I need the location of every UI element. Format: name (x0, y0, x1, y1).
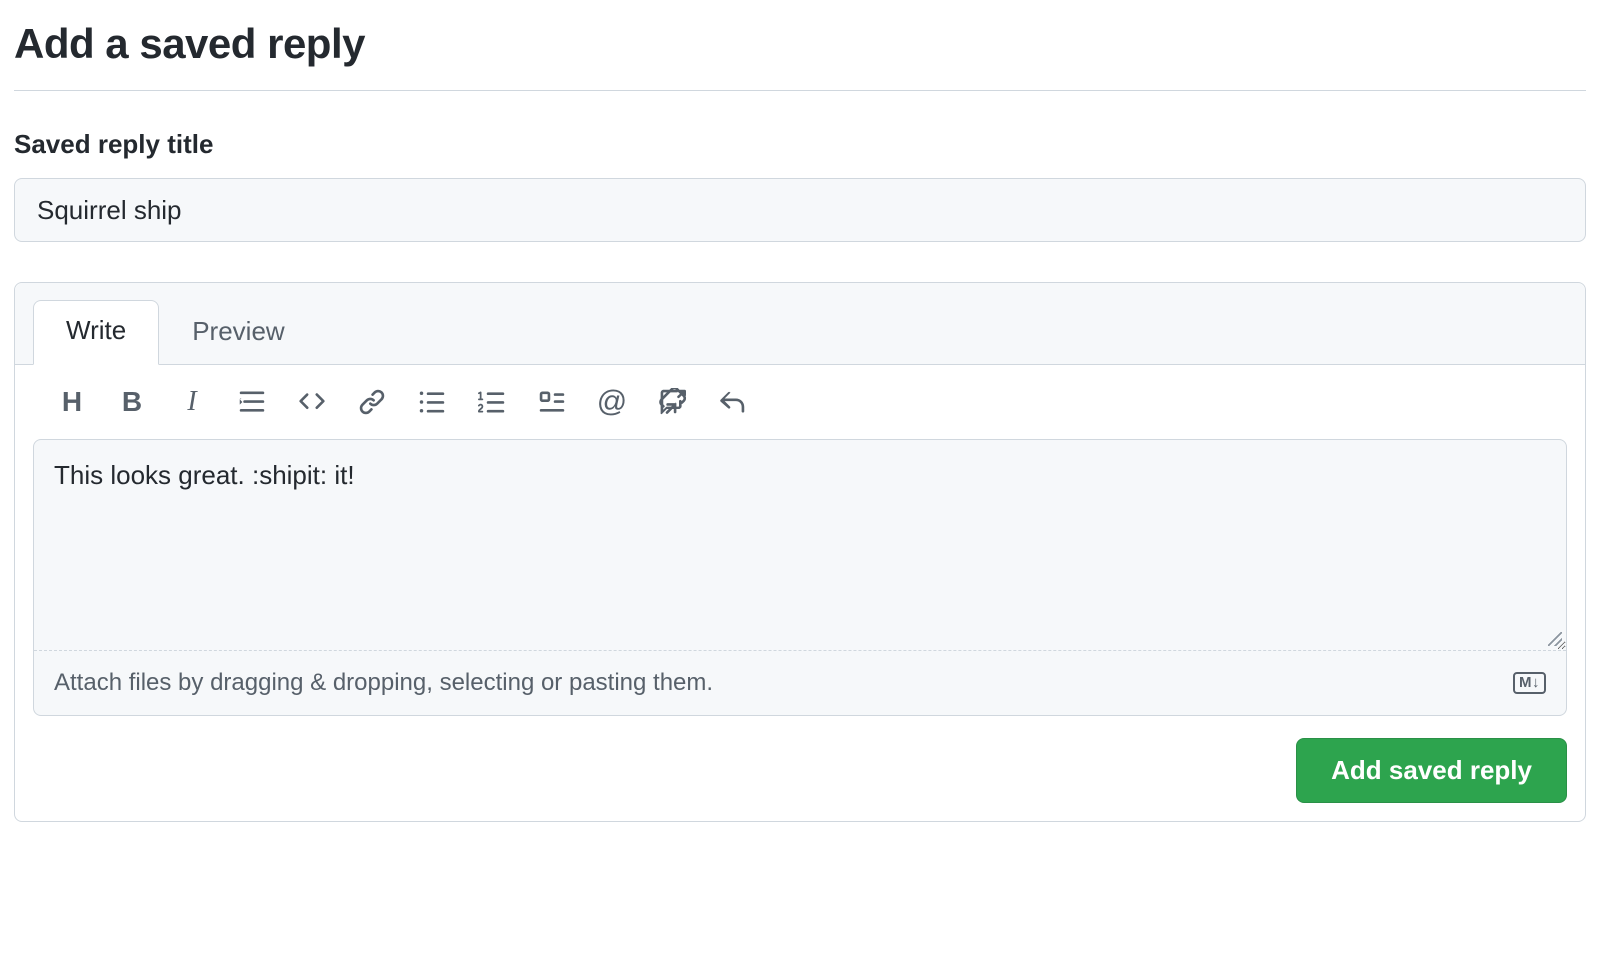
body-textarea[interactable] (34, 440, 1566, 650)
cross-reference-icon[interactable] (657, 387, 687, 417)
markdown-icon[interactable]: M↓ (1513, 672, 1546, 694)
code-icon[interactable] (297, 387, 327, 417)
divider (14, 90, 1586, 91)
link-icon[interactable] (357, 387, 387, 417)
heading-icon[interactable]: H (57, 387, 87, 417)
task-list-icon[interactable] (537, 387, 567, 417)
italic-icon[interactable]: I (177, 387, 207, 417)
form-actions: Add saved reply (15, 716, 1585, 803)
bold-icon[interactable]: B (117, 387, 147, 417)
quote-icon[interactable] (237, 387, 267, 417)
attach-files-hint[interactable]: Attach files by dragging & dropping, sel… (34, 650, 1566, 715)
editor-container: Write Preview H B I @ (14, 282, 1586, 822)
ordered-list-icon[interactable] (477, 387, 507, 417)
add-saved-reply-button[interactable]: Add saved reply (1296, 738, 1567, 803)
title-input[interactable] (14, 178, 1586, 242)
tab-write[interactable]: Write (33, 300, 159, 365)
unordered-list-icon[interactable] (417, 387, 447, 417)
title-label: Saved reply title (14, 129, 1586, 160)
attach-hint-text: Attach files by dragging & dropping, sel… (54, 669, 713, 697)
editor-tabs: Write Preview (15, 283, 1585, 365)
page-title: Add a saved reply (14, 20, 1586, 68)
reply-icon[interactable] (717, 387, 747, 417)
body-input-wrap: Attach files by dragging & dropping, sel… (33, 439, 1567, 716)
mention-icon[interactable]: @ (597, 387, 627, 417)
tab-preview[interactable]: Preview (159, 301, 317, 365)
formatting-toolbar: H B I @ (15, 365, 1585, 439)
